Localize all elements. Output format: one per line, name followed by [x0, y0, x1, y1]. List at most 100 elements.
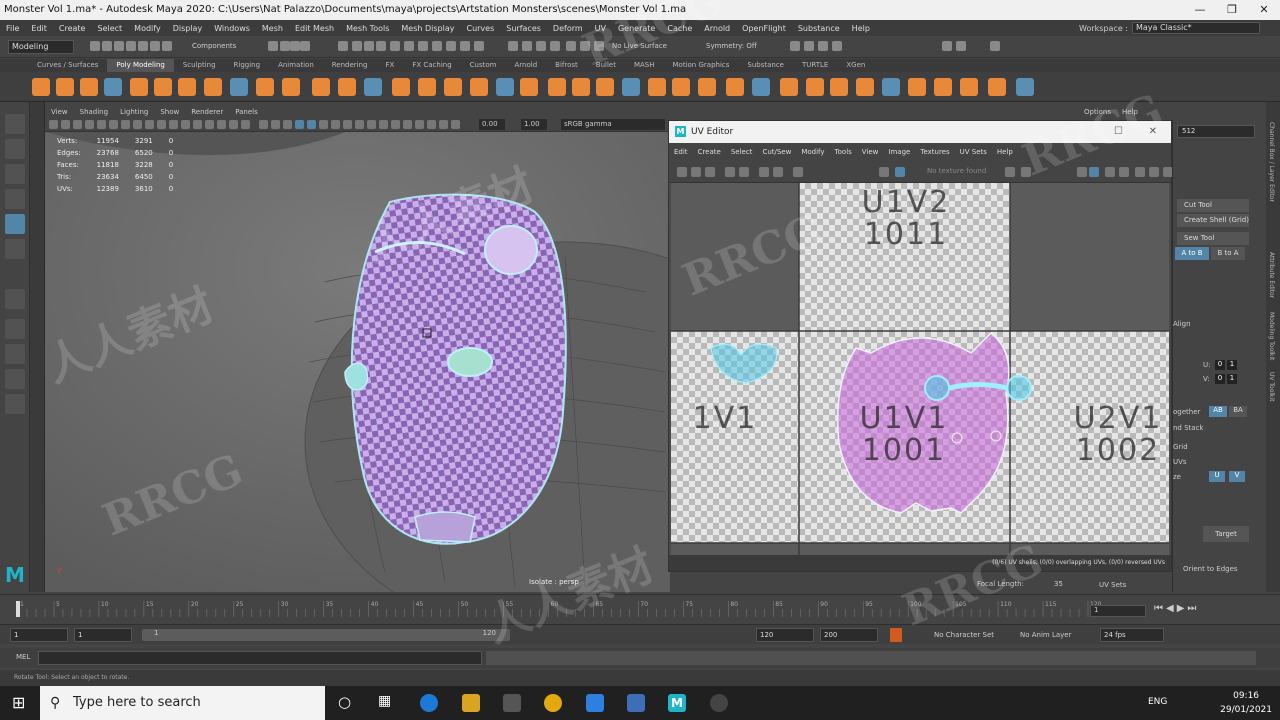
uv-toolbar-icon[interactable]: [879, 167, 889, 177]
statusline-tool-icon[interactable]: [566, 41, 576, 51]
menu-mesh[interactable]: Mesh: [256, 24, 289, 33]
viewport-menu-show[interactable]: Show: [154, 106, 185, 118]
system-clock[interactable]: 09:16 29/01/2021: [1220, 689, 1272, 717]
uv-toolbar-icon[interactable]: [739, 167, 749, 177]
shelf-tab-arnold[interactable]: Arnold: [506, 59, 547, 72]
cortana-icon[interactable]: ○: [338, 693, 351, 711]
v-button[interactable]: V: [1229, 471, 1245, 482]
shelf-tool-icon[interactable]: [130, 78, 148, 96]
viewport-toolbar-icon[interactable]: [367, 120, 376, 129]
orient-to-edges-button[interactable]: Orient to Edges: [1183, 565, 1238, 573]
shelf-tab-rendering[interactable]: Rendering: [323, 59, 377, 72]
uv-toolbar-icon[interactable]: [1089, 167, 1099, 177]
shelf-tool-icon[interactable]: [726, 78, 744, 96]
viewport-toolbar-icon[interactable]: [169, 120, 178, 129]
move-tool-icon[interactable]: [5, 189, 25, 209]
statusline-tool-icon[interactable]: [474, 41, 484, 51]
color-space-dropdown[interactable]: sRGB gamma: [561, 119, 665, 130]
playback-start-field[interactable]: 1: [74, 628, 132, 642]
uv-menu-view[interactable]: View: [857, 148, 884, 156]
side-tab[interactable]: UV Toolkit: [1268, 372, 1275, 402]
key-icon[interactable]: [890, 628, 902, 642]
viewport-toolbar-icon[interactable]: [451, 120, 460, 129]
cut-tool-button[interactable]: Cut Tool: [1177, 199, 1249, 212]
statusline-tool-icon[interactable]: [990, 41, 1000, 51]
shelf-tab-fx[interactable]: FX: [377, 59, 404, 72]
playback-end-field[interactable]: 120: [756, 628, 814, 642]
exposure-field[interactable]: 0.00: [479, 119, 505, 130]
shelf-tool-icon[interactable]: [548, 78, 566, 96]
gamma-field[interactable]: 1.00: [521, 119, 547, 130]
statusline-tool-icon[interactable]: [460, 41, 470, 51]
uv-toolbar-icon[interactable]: [1021, 167, 1031, 177]
statusline-tool-icon[interactable]: [536, 41, 546, 51]
viewport-toolbar-icon[interactable]: [283, 120, 292, 129]
menu-arnold[interactable]: Arnold: [698, 24, 736, 33]
uv-toolbar-icon[interactable]: [1149, 167, 1159, 177]
uv-menu-cut-sew[interactable]: Cut/Sew: [757, 148, 796, 156]
uv-menu-help[interactable]: Help: [992, 148, 1018, 156]
statusline-tool-icon[interactable]: [804, 41, 814, 51]
statusline-tool-icon[interactable]: [338, 41, 348, 51]
statusline-tool-icon[interactable]: [268, 41, 278, 51]
viewport-toolbar-icon[interactable]: [241, 120, 250, 129]
sew-tool-button[interactable]: Sew Tool: [1177, 232, 1249, 245]
minimize-icon[interactable]: —: [1184, 0, 1216, 20]
scale-tool-icon[interactable]: [5, 239, 25, 259]
edge-icon[interactable]: [420, 694, 438, 712]
viewport-toolbar-icon[interactable]: [379, 120, 388, 129]
shelf-tool-icon[interactable]: [988, 78, 1006, 96]
photos-icon[interactable]: [627, 694, 645, 712]
menu-openflight[interactable]: OpenFlight: [736, 24, 792, 33]
select-tool-icon[interactable]: [5, 114, 25, 134]
shelf-tool-icon[interactable]: [908, 78, 926, 96]
shelf-tool-icon[interactable]: [444, 78, 462, 96]
current-time-marker[interactable]: [16, 601, 20, 617]
viewport-menu-view[interactable]: View: [45, 106, 74, 118]
statusline-tool-icon[interactable]: [508, 41, 518, 51]
shelf-tool-icon[interactable]: [80, 78, 98, 96]
statusline-tool-icon[interactable]: [102, 41, 112, 51]
viewport-toolbar-icon[interactable]: [109, 120, 118, 129]
shelf-tool-icon[interactable]: [752, 78, 770, 96]
character-set-dropdown[interactable]: No Character Set: [934, 631, 994, 639]
b-to-a-button[interactable]: B to A: [1211, 247, 1245, 260]
statusline-tool-icon[interactable]: [138, 41, 148, 51]
menu-display[interactable]: Display: [167, 24, 209, 33]
viewport-toolbar-icon[interactable]: [295, 120, 304, 129]
menu-edit[interactable]: Edit: [25, 24, 53, 33]
3d-viewport[interactable]: y Verts: 11954 3291 0 Edges: 23768 6520 0 Faces:…: [45, 132, 670, 592]
viewport-toolbar-icon[interactable]: [61, 120, 70, 129]
side-tab[interactable]: Channel Box / Layer Editor: [1268, 122, 1275, 202]
viewport-toolbar-icon[interactable]: [193, 120, 202, 129]
shelf-tool-icon[interactable]: [856, 78, 874, 96]
viewport-toolbar-icon[interactable]: [229, 120, 238, 129]
statusline-tool-icon[interactable]: [162, 41, 172, 51]
shelf-tool-icon[interactable]: [312, 78, 330, 96]
statusline-tool-icon[interactable]: [942, 41, 952, 51]
workspace-selector[interactable]: Workspace : Maya Classic*: [1079, 22, 1260, 34]
fps-dropdown[interactable]: 24 fps: [1100, 628, 1164, 642]
statusline-tool-icon[interactable]: [432, 41, 442, 51]
mel-input[interactable]: [38, 651, 482, 665]
shelf-tool-icon[interactable]: [470, 78, 488, 96]
uv-menu-edit[interactable]: Edit: [669, 148, 693, 156]
shelf-tool-icon[interactable]: [596, 78, 614, 96]
statusline-tool-icon[interactable]: [594, 41, 604, 51]
uv-menu-select[interactable]: Select: [726, 148, 758, 156]
clock-app-icon[interactable]: [710, 694, 728, 712]
uv-menu-textures[interactable]: Textures: [915, 148, 954, 156]
shelf-tool-icon[interactable]: [230, 78, 248, 96]
shelf-tab-fx-caching[interactable]: FX Caching: [403, 59, 460, 72]
shelf-tab-bifrost[interactable]: Bifrost: [546, 59, 587, 72]
shelf-tool-icon[interactable]: [960, 78, 978, 96]
mode-dropdown[interactable]: Modeling: [8, 40, 74, 54]
viewport-toolbar-icon[interactable]: [133, 120, 142, 129]
uv-toolbar-icon[interactable]: [759, 167, 769, 177]
time-slider[interactable]: 1 5 10 15 20 25 30 35 40 45 50 55 60 65 70 75 80 85 90 95 10…: [0, 594, 1280, 624]
viewport-toolbar-icon[interactable]: [205, 120, 214, 129]
shelf-tab-custom[interactable]: Custom: [461, 59, 506, 72]
viewport-toolbar-icon[interactable]: [181, 120, 190, 129]
shelf-tool-icon[interactable]: [1016, 78, 1034, 96]
uv-toolbar-icon[interactable]: [725, 167, 735, 177]
